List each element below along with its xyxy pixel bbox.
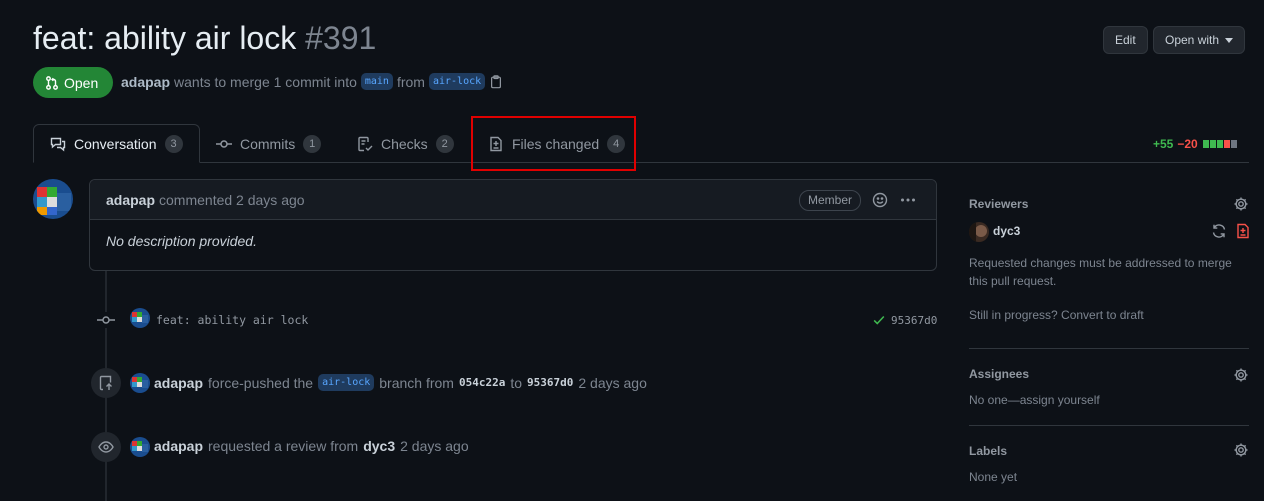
push-from-sha[interactable]: 054c22a bbox=[459, 376, 505, 389]
kebab-horizontal-icon[interactable] bbox=[900, 192, 916, 208]
check-icon[interactable] bbox=[872, 313, 886, 327]
edit-button[interactable]: Edit bbox=[1103, 26, 1148, 54]
push-to-sha[interactable]: 95367d0 bbox=[527, 376, 573, 389]
push-author-avatar[interactable] bbox=[130, 373, 150, 393]
open-with-label: Open with bbox=[1165, 33, 1220, 47]
pr-state-badge: Open bbox=[33, 67, 113, 98]
comment-discussion-icon bbox=[50, 136, 66, 152]
checklist-icon bbox=[357, 136, 373, 152]
assignees-heading[interactable]: Assignees bbox=[969, 367, 1029, 381]
diffstat: +55 −20 bbox=[1153, 137, 1237, 151]
tab-checks-label: Checks bbox=[381, 135, 428, 152]
pr-title-text: feat: ability air lock bbox=[33, 20, 297, 56]
sidebar-divider bbox=[969, 425, 1249, 426]
review-request-event: adapap requested a review from dyc3 2 da… bbox=[154, 438, 469, 454]
git-pull-request-icon bbox=[45, 75, 59, 90]
tab-conversation[interactable]: Conversation 3 bbox=[33, 124, 200, 163]
merge-text: wants to merge 1 commit into bbox=[174, 73, 357, 90]
reviewer-name[interactable]: dyc3 bbox=[993, 224, 1020, 238]
head-branch[interactable]: air-lock bbox=[428, 73, 486, 90]
reviewers-heading[interactable]: Reviewers bbox=[969, 197, 1028, 211]
tab-checks-count: 2 bbox=[435, 134, 454, 153]
pr-number: #391 bbox=[305, 20, 377, 56]
review-time[interactable]: 2 days ago bbox=[400, 438, 469, 454]
diffstat-deletions: −20 bbox=[1177, 137, 1198, 151]
copy-icon[interactable] bbox=[489, 74, 503, 89]
caret-down-icon bbox=[1225, 37, 1234, 43]
open-with-button[interactable]: Open with bbox=[1153, 26, 1246, 54]
labels-heading[interactable]: Labels bbox=[969, 444, 1007, 458]
tab-conversation-label: Conversation bbox=[74, 135, 157, 152]
tab-checks[interactable]: Checks 2 bbox=[341, 124, 470, 163]
git-commit-icon bbox=[97, 312, 115, 328]
comment-body: No description provided. bbox=[106, 233, 257, 249]
pr-meta: adapap wants to merge 1 commit into main… bbox=[121, 73, 503, 90]
eye-icon bbox=[91, 432, 121, 462]
convert-to-draft-link[interactable]: Still in progress? Convert to draft bbox=[969, 308, 1144, 322]
sidebar-divider bbox=[969, 348, 1249, 349]
assignees-value[interactable]: No one—assign yourself bbox=[969, 393, 1100, 407]
author-avatar[interactable] bbox=[33, 179, 73, 219]
commit-status: 95367d0 bbox=[872, 313, 937, 327]
from-text: from bbox=[396, 73, 425, 90]
pr-title: feat: ability air lock #391 bbox=[33, 20, 376, 57]
push-text2: branch from bbox=[379, 374, 454, 391]
assignees-gear-icon[interactable] bbox=[1233, 367, 1249, 383]
review-author-avatar[interactable] bbox=[130, 437, 150, 457]
smiley-icon[interactable] bbox=[872, 192, 888, 208]
sync-icon[interactable] bbox=[1211, 223, 1227, 239]
git-commit-icon bbox=[216, 136, 232, 152]
commit-author-avatar[interactable] bbox=[130, 308, 150, 328]
edit-button-label: Edit bbox=[1115, 33, 1136, 47]
review-reviewer[interactable]: dyc3 bbox=[363, 438, 395, 454]
repo-push-icon bbox=[91, 368, 121, 398]
review-author[interactable]: adapap bbox=[154, 438, 203, 454]
tab-commits-count: 1 bbox=[303, 134, 322, 153]
file-diff-requested-changes-icon[interactable] bbox=[1235, 223, 1251, 239]
pr-state-label: Open bbox=[64, 74, 99, 91]
comment-meta[interactable]: commented 2 days ago bbox=[159, 192, 305, 208]
pr-author-link[interactable]: adapap bbox=[121, 74, 170, 90]
labels-value: None yet bbox=[969, 470, 1018, 484]
push-time[interactable]: 2 days ago bbox=[578, 375, 647, 391]
tab-conversation-count: 3 bbox=[164, 134, 183, 153]
review-text: requested a review from bbox=[208, 438, 359, 454]
commit-message[interactable]: feat: ability air lock bbox=[156, 313, 308, 327]
comment-author[interactable]: adapap bbox=[106, 192, 155, 208]
commit-sha[interactable]: 95367d0 bbox=[891, 314, 937, 327]
comment-box: adapap commented 2 days ago Member No de… bbox=[89, 179, 937, 271]
reviewer-avatar[interactable] bbox=[969, 222, 989, 242]
diffstat-bar bbox=[1202, 140, 1237, 148]
push-branch[interactable]: air-lock bbox=[318, 374, 375, 391]
base-branch[interactable]: main bbox=[360, 73, 393, 90]
diffstat-additions: +55 bbox=[1153, 137, 1174, 151]
labels-gear-icon[interactable] bbox=[1233, 442, 1249, 458]
push-author[interactable]: adapap bbox=[154, 375, 203, 391]
reviewers-note: Requested changes must be addressed to m… bbox=[969, 256, 1232, 288]
tab-commits[interactable]: Commits 1 bbox=[200, 124, 337, 163]
force-push-event: adapap force-pushed the air-lock branch … bbox=[154, 374, 647, 391]
reviewers-gear-icon[interactable] bbox=[1233, 196, 1249, 212]
tab-commits-label: Commits bbox=[240, 135, 296, 152]
comment-header: adapap commented 2 days ago Member bbox=[90, 180, 936, 220]
member-badge: Member bbox=[799, 190, 862, 211]
push-text1: force-pushed the bbox=[208, 374, 314, 391]
files-changed-highlight bbox=[471, 116, 636, 171]
push-text3: to bbox=[510, 374, 523, 391]
